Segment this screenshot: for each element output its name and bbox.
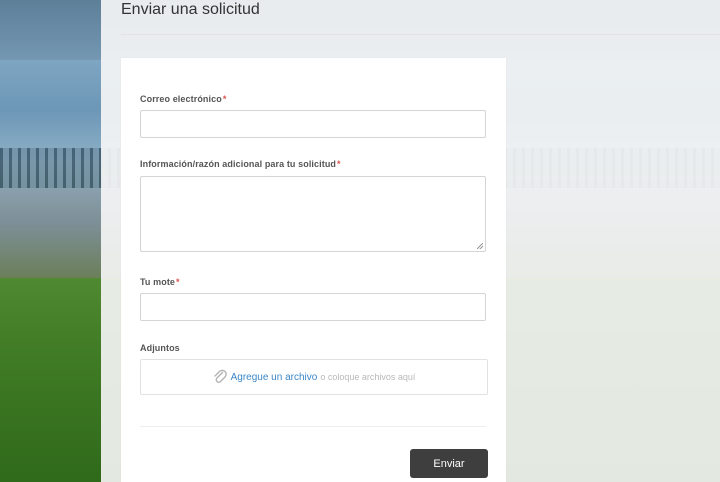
info-required-mark: * — [337, 159, 341, 169]
page-title: Enviar una solicitud — [121, 1, 260, 18]
form-divider — [140, 426, 486, 427]
attachments-dropzone[interactable]: Agregue un archivo o coloque archivos aq… — [140, 359, 488, 395]
nickname-field[interactable] — [140, 293, 486, 321]
add-file-link[interactable]: Agregue un archivo — [231, 372, 318, 383]
drop-files-hint: o coloque archivos aquí — [320, 372, 416, 382]
email-field[interactable] — [140, 110, 486, 138]
title-divider — [121, 34, 720, 35]
nickname-label: Tu mote* — [140, 277, 180, 287]
email-required-mark: * — [222, 94, 227, 104]
resize-handle[interactable] — [477, 243, 483, 249]
email-label: Correo electrónico* — [140, 94, 226, 104]
email-label-text: Correo electrónico — [140, 94, 222, 104]
paperclip-icon — [213, 369, 227, 385]
info-label: Información/razón adicional para tu soli… — [140, 159, 341, 169]
submit-button[interactable]: Enviar — [410, 449, 488, 478]
nickname-label-text: Tu mote — [140, 277, 176, 287]
nickname-required-mark: * — [176, 277, 180, 287]
request-form: Correo electrónico* Información/razón ad… — [121, 58, 506, 482]
info-textarea[interactable] — [140, 176, 486, 252]
info-label-text: Información/razón adicional para tu soli… — [140, 159, 337, 169]
attachments-label: Adjuntos — [140, 343, 180, 353]
